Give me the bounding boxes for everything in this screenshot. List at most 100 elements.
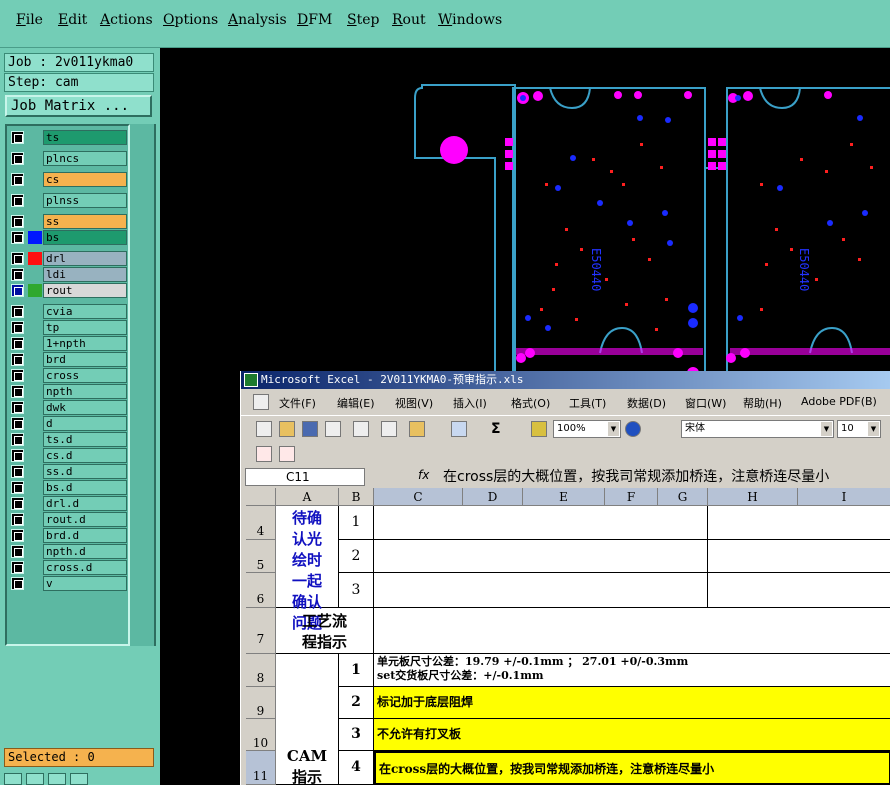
layer-name[interactable]: cvia <box>43 304 127 319</box>
layer-checkbox[interactable] <box>11 465 24 478</box>
name-box[interactable]: C11 <box>245 468 365 486</box>
row-header[interactable]: 9 <box>246 687 276 719</box>
cell[interactable] <box>708 540 890 573</box>
item-number[interactable]: 3 <box>339 719 374 751</box>
layer-checkbox[interactable] <box>11 513 24 526</box>
column-header[interactable]: D <box>463 488 523 506</box>
menu-step[interactable]: Step <box>347 12 379 28</box>
menu-dfm[interactable]: DFM <box>297 12 332 28</box>
excel-menu-help[interactable]: 帮助(H) <box>743 395 782 411</box>
view-button[interactable] <box>70 773 88 785</box>
layer-row-brd[interactable]: brd <box>9 352 127 367</box>
menu-analysis[interactable]: Analysis <box>228 12 287 28</box>
layer-row-cvia[interactable]: cvia <box>9 304 127 319</box>
formula-input[interactable]: 在cross层的大概位置，按我司常规添加桥连，注意桥连尽量小 <box>443 467 829 487</box>
column-header[interactable]: I <box>798 488 890 506</box>
row-header[interactable]: 7 <box>246 608 276 654</box>
layer-row-cross-d[interactable]: cross.d <box>9 560 127 575</box>
cam-instruction-2[interactable]: 标记加于底层阻焊 <box>374 687 890 719</box>
excel-menu-insert[interactable]: 插入(I) <box>453 395 487 411</box>
layer-name[interactable]: bs <box>43 230 127 245</box>
cam-instruction-label[interactable]: CAM指示 <box>276 654 339 785</box>
layer-row-tp[interactable]: tp <box>9 320 127 335</box>
layer-name[interactable]: 1+npth <box>43 336 127 351</box>
column-header[interactable]: F <box>605 488 658 506</box>
layer-name[interactable]: ss.d <box>43 464 127 479</box>
cam-instruction-1[interactable]: 单元板尺寸公差：19.79 +/-0.1mm ； 27.01 +0/-0.3mm… <box>374 654 890 687</box>
research-icon[interactable] <box>381 421 397 437</box>
excel-menu-format[interactable]: 格式(O) <box>511 395 550 411</box>
new-icon[interactable] <box>256 421 272 437</box>
open-icon[interactable] <box>279 421 295 437</box>
layer-name[interactable]: ldi <box>43 267 127 282</box>
layer-row-d[interactable]: d <box>9 416 127 431</box>
layer-checkbox[interactable] <box>11 152 24 165</box>
layer-name[interactable]: brd.d <box>43 528 127 543</box>
excel-menu-edit[interactable]: 编辑(E) <box>337 395 375 411</box>
layer-checkbox[interactable] <box>11 305 24 318</box>
row-header[interactable]: 6 <box>246 573 276 608</box>
menu-options[interactable]: Options <box>163 12 218 28</box>
layer-checkbox[interactable] <box>11 401 24 414</box>
layer-row-ss[interactable]: ss <box>9 214 127 229</box>
item-number[interactable]: 1 <box>339 506 374 540</box>
item-number[interactable]: 4 <box>339 751 374 785</box>
help-icon[interactable] <box>625 421 641 437</box>
layer-row-cross[interactable]: cross <box>9 368 127 383</box>
process-flow-label[interactable]: 工艺流程指示 <box>276 608 374 654</box>
layer-name[interactable]: cross <box>43 368 127 383</box>
item-number[interactable]: 3 <box>339 573 374 608</box>
cam-instruction-3[interactable]: 不允许有打叉板 <box>374 719 890 751</box>
layer-row-bs-d[interactable]: bs.d <box>9 480 127 495</box>
layer-checkbox[interactable] <box>11 433 24 446</box>
item-number[interactable]: 1 <box>339 654 374 687</box>
layer-checkbox[interactable] <box>11 545 24 558</box>
paste-icon[interactable] <box>409 421 425 437</box>
zoom-select[interactable]: 100% ▼ <box>553 420 621 438</box>
font-select[interactable]: 宋体 ▼ <box>681 420 834 438</box>
layer-checkbox[interactable] <box>11 131 24 144</box>
layer-row-v[interactable]: v <box>9 576 127 591</box>
item-number[interactable]: 2 <box>339 687 374 719</box>
layer-row-npth-d[interactable]: npth.d <box>9 544 127 559</box>
layer-checkbox[interactable] <box>11 369 24 382</box>
layer-checkbox[interactable] <box>11 561 24 574</box>
view-button[interactable] <box>48 773 66 785</box>
permission-icon[interactable] <box>325 421 341 437</box>
excel-menu-adobe-pdf[interactable]: Adobe PDF(B) <box>801 395 877 408</box>
layer-checkbox[interactable] <box>11 173 24 186</box>
row-header[interactable]: 10 <box>246 719 276 751</box>
layer-checkbox[interactable] <box>11 577 24 590</box>
confirm-issues-label[interactable]: 待确认光绘时一起确认问题 <box>276 506 339 632</box>
layer-checkbox[interactable] <box>11 215 24 228</box>
row-header[interactable]: 4 <box>246 506 276 540</box>
job-matrix-button[interactable]: Job Matrix ... <box>5 95 152 117</box>
layer-checkbox[interactable] <box>11 497 24 510</box>
layer-name[interactable]: tp <box>43 320 127 335</box>
pdf-email-icon[interactable] <box>279 446 295 462</box>
autosum-icon[interactable]: Σ <box>491 421 507 437</box>
layer-list-scroll[interactable] <box>130 124 156 646</box>
layer-name[interactable]: cs <box>43 172 127 187</box>
layer-checkbox[interactable] <box>11 284 24 297</box>
layer-name[interactable]: plncs <box>43 151 127 166</box>
row-header[interactable]: 5 <box>246 540 276 573</box>
layer-row-plnss[interactable]: plnss <box>9 193 127 208</box>
row-header[interactable]: 11 <box>246 751 276 785</box>
layer-row-npth[interactable]: npth <box>9 384 127 399</box>
excel-menu-file[interactable]: 文件(F) <box>279 395 316 411</box>
menu-edit[interactable]: Edit <box>58 12 87 28</box>
layer-row-bs[interactable]: bs <box>9 230 127 245</box>
layer-checkbox[interactable] <box>11 337 24 350</box>
cell[interactable] <box>374 573 708 608</box>
layer-row-cs[interactable]: cs <box>9 172 127 187</box>
layer-checkbox[interactable] <box>11 231 24 244</box>
menu-file[interactable]: File <box>16 12 43 28</box>
undo-icon[interactable] <box>451 421 467 437</box>
save-icon[interactable] <box>302 421 318 437</box>
excel-menu-tools[interactable]: 工具(T) <box>569 395 606 411</box>
layer-name[interactable]: ss <box>43 214 127 229</box>
layer-name[interactable]: bs.d <box>43 480 127 495</box>
item-number[interactable]: 2 <box>339 540 374 573</box>
workbook-icon[interactable] <box>253 394 269 410</box>
